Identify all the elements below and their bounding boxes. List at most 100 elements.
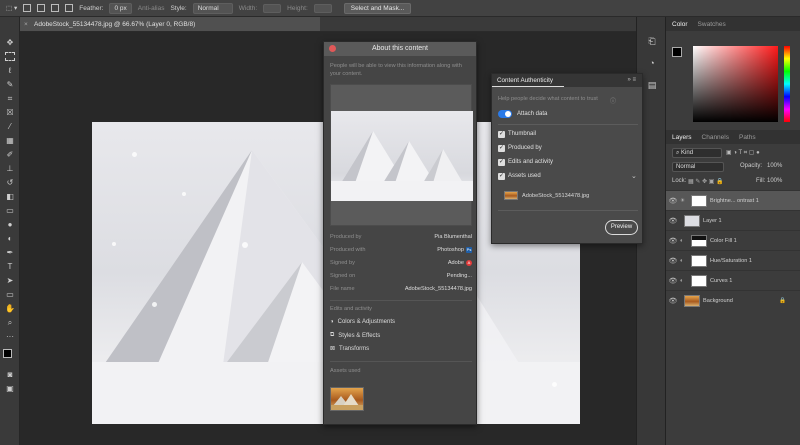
tab-layers[interactable]: Layers: [672, 134, 692, 141]
layer-thumbnail: [684, 294, 700, 307]
tab-strip: [320, 17, 636, 32]
preview-button[interactable]: Preview: [605, 220, 638, 235]
attach-data-toggle[interactable]: [498, 110, 512, 118]
dodge-icon[interactable]: ◐: [4, 233, 16, 244]
dialog-intro-text: People will be able to view this informa…: [330, 63, 462, 77]
pen-icon[interactable]: ✒: [4, 247, 16, 258]
add-selection-icon[interactable]: [37, 4, 46, 12]
layer-row[interactable]: 👁 ◐ Hue/Saturation 1: [666, 250, 800, 270]
hue-saturation-icon: ◐: [680, 257, 684, 264]
history-brush-icon[interactable]: ↺: [4, 177, 16, 188]
visibility-eye-icon[interactable]: 👁: [666, 237, 680, 245]
frame-icon[interactable]: ☒: [4, 107, 16, 118]
panel-menu-icon[interactable]: » ≡: [627, 74, 636, 87]
select-and-mask-button[interactable]: Select and Mask...: [343, 2, 412, 14]
layer-filter-select[interactable]: ⌕ Kind: [672, 148, 722, 158]
visibility-eye-icon[interactable]: 👁: [666, 257, 680, 265]
screen-mode-icon[interactable]: ▣: [4, 383, 16, 394]
tools-panel: ✥ ℓ ✎ ⌗ ☒ ⁄ ▦ ✐ ⊥ ↺ ◧ ▭ ● ◐ ✒ T ➤ ▭ ✋ ⌕ …: [0, 17, 20, 445]
lock-icons[interactable]: ▦ ✎ ✥ ▣ 🔒: [688, 178, 724, 185]
tab-channels[interactable]: Channels: [702, 134, 729, 141]
help-text: Help people decide what content to trust: [498, 96, 598, 102]
document-tab[interactable]: × AdobeStock_55134478.jpg @ 66.67% (Laye…: [20, 17, 320, 32]
thumbnail-image: [331, 111, 473, 201]
fill-input[interactable]: 100%: [767, 178, 782, 184]
hand-icon[interactable]: ✋: [4, 303, 16, 314]
assets-used-checkbox[interactable]: ✓: [498, 173, 505, 180]
file-name-label: File name: [330, 285, 355, 292]
edit-item: ◑ Colors & Adjustments: [330, 319, 395, 325]
visibility-eye-icon[interactable]: 👁: [666, 197, 680, 205]
color-swatch-fg-bg[interactable]: [672, 47, 686, 61]
blur-icon[interactable]: ●: [4, 219, 16, 230]
tab-paths[interactable]: Paths: [739, 134, 756, 141]
path-select-icon[interactable]: ➤: [4, 275, 16, 286]
history-panel-icon[interactable]: ⎗: [646, 35, 658, 47]
layer-row[interactable]: 👁 ◐ Color Fill 1: [666, 230, 800, 250]
asset-thumbnail[interactable]: [330, 387, 364, 411]
layer-row[interactable]: 👁 Layer 1: [666, 210, 800, 230]
visibility-eye-icon[interactable]: 👁: [666, 277, 680, 285]
width-input[interactable]: [263, 3, 282, 13]
edits-activity-checkbox[interactable]: ✓: [498, 159, 505, 166]
layer-row[interactable]: 👁 Background 🔒: [666, 290, 800, 310]
divider: [330, 300, 472, 301]
tab-content-authenticity[interactable]: Content Authenticity: [497, 77, 553, 84]
lasso-icon[interactable]: ℓ: [4, 65, 16, 76]
intersect-selection-icon[interactable]: [65, 4, 74, 12]
quick-mask-icon[interactable]: ◙: [4, 369, 16, 380]
info-icon[interactable]: ⓘ: [610, 96, 616, 105]
hue-slider[interactable]: [784, 46, 790, 122]
brush-icon[interactable]: ✐: [4, 149, 16, 160]
thumbnail-checkbox[interactable]: ✓: [498, 131, 505, 138]
content-authenticity-panel: Content Authenticity » ≡ Help people dec…: [491, 73, 643, 244]
more-tools-icon[interactable]: ···: [4, 331, 16, 342]
feather-input[interactable]: 0 px: [109, 2, 132, 14]
foreground-swatch[interactable]: [672, 47, 682, 57]
color-picker-field[interactable]: [693, 46, 778, 122]
stamp-icon[interactable]: ⊥: [4, 163, 16, 174]
blend-mode-select[interactable]: Normal: [672, 162, 724, 172]
opacity-input[interactable]: 100%: [767, 163, 782, 169]
produced-by-value: Pia Blumenthal: [434, 233, 472, 240]
content-authenticity-panel-icon[interactable]: ▤: [646, 79, 658, 91]
new-selection-icon[interactable]: [23, 4, 32, 12]
tab-color[interactable]: Color: [672, 21, 688, 28]
thumbnail-label: Thumbnail: [508, 131, 537, 137]
chevron-down-icon[interactable]: ⌄: [631, 172, 637, 180]
produced-by-label: Produced by: [330, 233, 362, 240]
assets-heading: Assets used: [330, 368, 361, 374]
adjustments-panel-icon[interactable]: ◔: [646, 57, 658, 69]
edit-item: ⧉ Styles & Effects: [330, 332, 380, 339]
healing-icon[interactable]: ▦: [4, 135, 16, 146]
foreground-background-icon[interactable]: [3, 349, 16, 362]
layer-mask-thumbnail: [691, 274, 707, 287]
asset-file-item: AdobeStock_55134478.jpg: [504, 191, 589, 200]
quick-select-icon[interactable]: ✎: [4, 79, 16, 90]
close-dialog-icon[interactable]: [329, 45, 336, 52]
produced-by-row: Produced by Pia Blumenthal: [330, 231, 472, 242]
crop-icon[interactable]: ⌗: [4, 93, 16, 104]
layer-filter-icons[interactable]: ▣ ◑ T ⌗ ▢ ●: [726, 149, 760, 157]
gradient-icon[interactable]: ▭: [4, 205, 16, 216]
produced-by-checkbox[interactable]: ✓: [498, 145, 505, 152]
eraser-icon[interactable]: ◧: [4, 191, 16, 202]
close-document-icon[interactable]: ×: [24, 17, 28, 31]
height-input[interactable]: [313, 3, 332, 13]
marquee-options-icon[interactable]: ⬚ ▾: [6, 4, 17, 12]
eyedropper-icon[interactable]: ⁄: [4, 121, 16, 132]
type-icon[interactable]: T: [4, 261, 16, 272]
layer-row[interactable]: 👁 ☀ Brightne... ontrast 1: [666, 190, 800, 210]
visibility-eye-icon[interactable]: 👁: [666, 217, 680, 225]
layer-row[interactable]: 👁 ◐ Curves 1: [666, 270, 800, 290]
zoom-icon[interactable]: ⌕: [4, 317, 16, 328]
lock-label: Lock:: [672, 178, 687, 184]
subtract-selection-icon[interactable]: [51, 4, 60, 12]
move-icon[interactable]: ✥: [4, 37, 16, 48]
visibility-eye-icon[interactable]: 👁: [666, 297, 680, 305]
tab-swatches[interactable]: Swatches: [698, 21, 726, 28]
style-select[interactable]: Normal: [192, 2, 233, 14]
shape-icon[interactable]: ▭: [4, 289, 16, 300]
marquee-icon[interactable]: [4, 51, 16, 62]
anti-alias-checkbox[interactable]: Anti-alias: [138, 5, 165, 12]
